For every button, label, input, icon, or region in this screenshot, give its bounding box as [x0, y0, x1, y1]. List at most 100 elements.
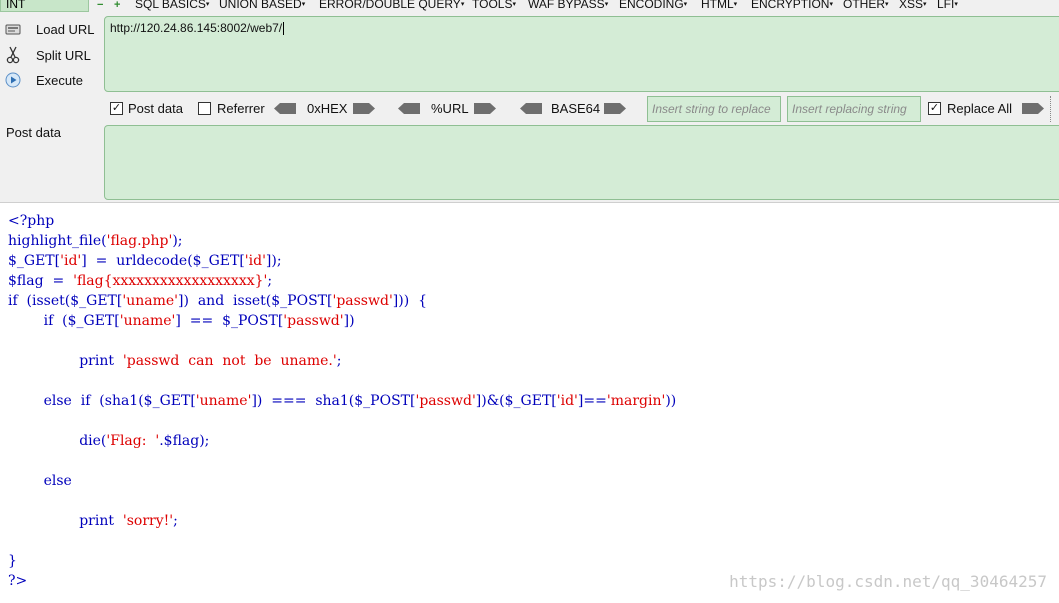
code-token: ]) === sha1($_POST[ — [251, 393, 416, 409]
code-line: <?php — [8, 213, 55, 229]
code-token: ])&($_GET[ — [475, 393, 557, 409]
url-input[interactable]: http://120.24.86.145:8002/web7/ — [104, 16, 1059, 92]
watermark: https://blog.csdn.net/qq_30464257 — [729, 572, 1047, 591]
url-label: %URL — [431, 101, 469, 116]
referrer-checkbox[interactable] — [198, 102, 211, 115]
code-token: print — [8, 353, 123, 369]
code-string: 'margin' — [606, 393, 666, 409]
dropdown-arrow-icon: ▾ — [301, 0, 306, 8]
code-string: 'id' — [244, 253, 266, 269]
code-line: print 'passwd can not be uname.'; — [8, 351, 676, 371]
play-icon — [4, 71, 22, 89]
code-token: ]); — [265, 253, 282, 269]
menu-tools[interactable]: TOOLS▾ — [472, 0, 516, 12]
replace-all-checkbox[interactable]: ✓ — [928, 102, 941, 115]
dropdown-arrow-icon: ▾ — [683, 0, 688, 8]
dropdown-arrow-icon: ▾ — [829, 0, 833, 8]
post-data-checkbox[interactable]: ✓ — [110, 102, 123, 115]
code-line: $flag = 'flag{xxxxxxxxxxxxxxxxxx}'; — [8, 271, 676, 291]
base64-encode-arrow-icon[interactable] — [604, 103, 626, 114]
code-token: if ($_GET[ — [8, 313, 120, 329]
post-data-input[interactable] — [104, 125, 1059, 200]
code-line: ?> — [8, 573, 28, 589]
hex-label: 0xHEX — [307, 101, 348, 116]
type-select[interactable]: INT — [0, 0, 89, 12]
menu-html[interactable]: HTML▾ — [701, 0, 737, 12]
code-token: ; — [173, 513, 178, 529]
code-string: 'Flag: ' — [106, 433, 160, 449]
split-url-button[interactable]: Split URL — [4, 44, 91, 66]
code-token: ])) { — [392, 293, 427, 309]
code-string: 'uname' — [122, 293, 178, 309]
menu-waf-bypass[interactable]: WAF BYPASS▾ — [528, 0, 608, 12]
code-string: 'flag.php' — [106, 233, 173, 249]
code-line: } — [8, 553, 17, 569]
replace-with-input[interactable]: Insert replacing string — [787, 96, 921, 122]
hex-decode-arrow-icon[interactable] — [274, 103, 296, 114]
dropdown-arrow-icon: ▾ — [512, 0, 516, 8]
menu-other[interactable]: OTHER▾ — [843, 0, 889, 12]
execute-label: Execute — [36, 72, 83, 88]
code-token: ] == $_POST[ — [175, 313, 284, 329]
plus-icon[interactable]: + — [114, 0, 120, 11]
menu-encoding[interactable]: ENCODING▾ — [619, 0, 687, 12]
code-line: $_GET['id'] = urldecode($_GET['id']); — [8, 251, 676, 271]
hackbar-menu-bar: INT − + SQL BASICS▾ UNION BASED▾ ERROR/D… — [0, 0, 1059, 13]
code-token: ] = urldecode($_GET[ — [81, 253, 245, 269]
code-string: 'passwd' — [283, 313, 344, 329]
scissors-icon — [4, 46, 22, 64]
menu-sql-basics[interactable]: SQL BASICS▾ — [135, 0, 209, 12]
base64-decode-arrow-icon[interactable] — [520, 103, 542, 114]
referrer-option-label: Referrer — [217, 101, 265, 116]
minus-icon[interactable]: − — [97, 0, 103, 11]
code-token: $_GET[ — [8, 253, 61, 269]
load-url-button[interactable]: Load URL — [4, 18, 95, 40]
menu-union-based[interactable]: UNION BASED▾ — [219, 0, 305, 12]
url-decode-arrow-icon[interactable] — [398, 103, 420, 114]
code-line: highlight_file('flag.php'); — [8, 231, 676, 251]
code-token: $flag = — [8, 273, 74, 289]
hex-encode-arrow-icon[interactable] — [353, 103, 375, 114]
code-string: 'uname' — [195, 393, 252, 409]
split-url-label: Split URL — [36, 47, 91, 63]
execute-button[interactable]: Execute — [4, 69, 83, 91]
code-line: else — [8, 473, 72, 489]
dropdown-arrow-icon: ▾ — [205, 0, 210, 8]
code-token: ); — [172, 233, 183, 249]
code-token: ; — [267, 273, 273, 289]
code-line: print 'sorry!'; — [8, 511, 676, 531]
code-line: else if (sha1($_GET['uname']) === sha1($… — [8, 391, 677, 411]
post-data-label: Post data — [6, 125, 61, 140]
code-token: )) — [665, 393, 677, 409]
code-line: if (isset($_GET['uname']) and isset($_PO… — [8, 291, 676, 311]
url-encode-arrow-icon[interactable] — [474, 103, 496, 114]
menu-error-double-query[interactable]: ERROR/DOUBLE QUERY▾ — [319, 0, 464, 12]
menu-lfi[interactable]: LFI▾ — [937, 0, 958, 12]
code-string: 'id' — [556, 393, 578, 409]
code-string: 'id' — [60, 253, 82, 269]
code-token: ]== — [577, 393, 607, 409]
code-token: else if (sha1($_GET[ — [8, 393, 196, 409]
load-url-icon — [4, 20, 22, 38]
url-value: http://120.24.86.145:8002/web7/ — [110, 21, 283, 35]
dropdown-arrow-icon: ▾ — [604, 0, 609, 8]
code-token: print — [8, 513, 123, 529]
code-token: ]) — [343, 313, 355, 329]
replace-arrow-icon[interactable] — [1022, 103, 1044, 114]
menu-xss[interactable]: XSS▾ — [899, 0, 927, 12]
code-string: 'passwd can not be uname.' — [122, 353, 337, 369]
code-string: 'sorry!' — [122, 513, 174, 529]
menu-encryption[interactable]: ENCRYPTION▾ — [751, 0, 833, 12]
replace-search-input[interactable]: Insert string to replace — [647, 96, 781, 122]
code-string: 'passwd' — [332, 293, 393, 309]
text-caret — [283, 22, 285, 36]
dropdown-arrow-icon: ▾ — [954, 0, 958, 8]
load-url-label: Load URL — [36, 21, 95, 37]
dropdown-arrow-icon: ▾ — [733, 0, 738, 8]
code-line: die('Flag: '.$flag); — [8, 431, 676, 451]
code-string: 'passwd' — [415, 393, 476, 409]
replace-all-label: Replace All — [947, 101, 1013, 116]
